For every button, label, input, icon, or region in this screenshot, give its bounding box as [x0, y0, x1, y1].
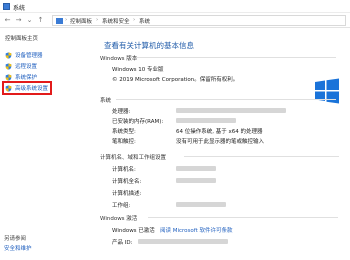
breadcrumb-control-panel[interactable]: 控制面板: [70, 17, 92, 25]
back-arrow-icon[interactable]: ←: [3, 15, 12, 25]
windows-edition-value: Windows 10 专业版: [112, 67, 164, 73]
breadcrumb-system-security[interactable]: 系统和安全: [102, 17, 130, 25]
activation-heading: Windows 激活: [100, 216, 138, 222]
divider: [148, 217, 338, 218]
sidebar-item-device-manager[interactable]: 设备管理器: [4, 50, 64, 60]
ram-label: 已安装的内存(RAM):: [112, 119, 164, 125]
system-type-value: 64 位操作系统, 基于 x64 的处理器: [176, 129, 263, 135]
system-icon: [3, 3, 10, 10]
pen-touch-value: 没有可用于此显示器的笔或触控输入: [176, 139, 265, 145]
windows-edition-heading: Windows 版本: [100, 56, 138, 62]
computer-name-heading: 计算机名、域和工作组设置: [100, 155, 167, 161]
redacted-computer-name: [176, 166, 216, 171]
address-bar: ← → ⌄ ↑ › 控制面板 › 系统和安全 › 系统: [0, 13, 350, 28]
security-maintenance-link[interactable]: 安全和维护: [4, 244, 32, 252]
shield-icon: [5, 74, 12, 81]
title-bar: 系统: [0, 0, 350, 13]
sidebar-item-label: 系统保护: [15, 75, 38, 81]
redacted-full-name: [176, 178, 216, 183]
up-arrow-icon[interactable]: ↑: [36, 15, 45, 25]
breadcrumb[interactable]: › 控制面板 › 系统和安全 › 系统: [52, 15, 346, 26]
recent-locations-icon[interactable]: ⌄: [25, 15, 34, 25]
system-heading: 系统: [100, 98, 112, 104]
highlight-box: [2, 81, 52, 95]
page-title: 查看有关计算机的基本信息: [104, 41, 194, 50]
divider: [116, 99, 336, 100]
breadcrumb-system[interactable]: 系统: [139, 17, 150, 25]
processor-label: 处理器:: [112, 109, 131, 115]
system-type-label: 系统类型:: [112, 129, 136, 135]
control-panel-icon: [56, 18, 63, 24]
sidebar: 控制面板主页 设备管理器 远程设置 系统保护 高级系统设置 另请参阅 安全和维护: [0, 28, 66, 260]
copyright-text: © 2019 Microsoft Corporation。保留所有权利。: [112, 77, 239, 83]
divider: [184, 156, 339, 157]
breadcrumb-separator-icon: ›: [133, 17, 136, 23]
forward-arrow-icon[interactable]: →: [14, 15, 23, 25]
window-title: 系统: [13, 5, 26, 12]
breadcrumb-separator-icon: ›: [96, 17, 99, 23]
see-also-heading: 另请参阅: [4, 236, 27, 242]
redacted-ram: [176, 118, 236, 123]
main-panel: 查看有关计算机的基本信息 Windows 版本 Windows 10 专业版 ©…: [66, 28, 350, 260]
redacted-workgroup: [176, 202, 226, 207]
windows-logo-icon: [315, 78, 339, 104]
sidebar-item-remote-settings[interactable]: 远程设置: [4, 61, 64, 71]
redacted-product-id: [138, 239, 228, 244]
shield-icon: [5, 63, 12, 70]
workgroup-label: 工作组:: [112, 203, 131, 209]
sidebar-item-label: 远程设置: [15, 64, 38, 70]
breadcrumb-separator-icon: ›: [65, 17, 68, 23]
pen-touch-label: 笔和触控:: [112, 139, 136, 145]
computer-description-label: 计算机描述:: [112, 191, 142, 197]
sidebar-item-label: 设备管理器: [15, 53, 43, 59]
license-terms-link[interactable]: 阅读 Microsoft 软件许可条款: [160, 226, 233, 234]
redacted-processor: [176, 108, 286, 113]
full-computer-name-label: 计算机全名:: [112, 179, 142, 185]
control-panel-home-link[interactable]: 控制面板主页: [5, 34, 38, 42]
divider: [136, 57, 336, 58]
shield-icon: [5, 52, 12, 59]
activation-status: Windows 已激活: [112, 228, 155, 234]
computer-name-label: 计算机名:: [112, 167, 136, 173]
product-id-label: 产品 ID:: [112, 240, 133, 246]
